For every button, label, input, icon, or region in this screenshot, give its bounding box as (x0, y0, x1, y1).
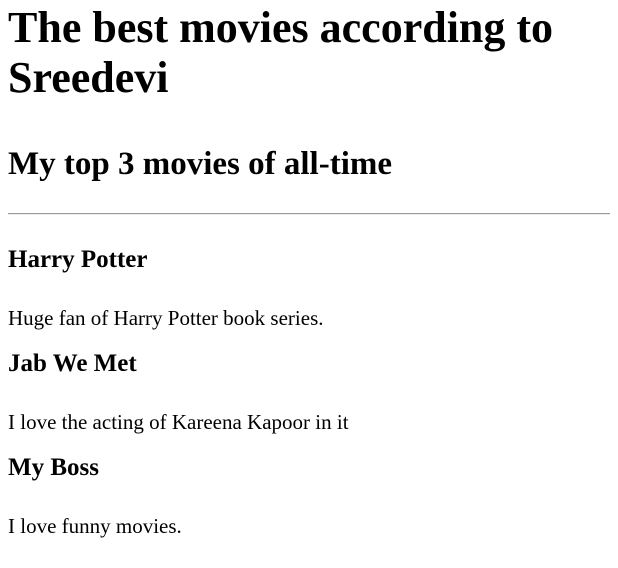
movie-description: I love funny movies. (8, 514, 182, 538)
movie-title: Harry Potter (8, 246, 148, 273)
movie-item: My Boss I love funny movies. (8, 435, 610, 539)
movie-description: Huge fan of Harry Potter book series. (8, 306, 324, 330)
page-subtitle: My top 3 movies of all-time (8, 146, 392, 182)
movie-title: My Boss (8, 454, 99, 481)
movie-item: Harry Potter Huge fan of Harry Potter bo… (8, 215, 610, 331)
movie-item: Jab We Met I love the acting of Kareena … (8, 331, 610, 435)
page-content: The best movies according to Sreedevi My… (0, 0, 610, 539)
movie-title: Jab We Met (8, 350, 137, 377)
movie-description: I love the acting of Kareena Kapoor in i… (8, 410, 349, 434)
page-title: The best movies according to Sreedevi (8, 3, 554, 102)
